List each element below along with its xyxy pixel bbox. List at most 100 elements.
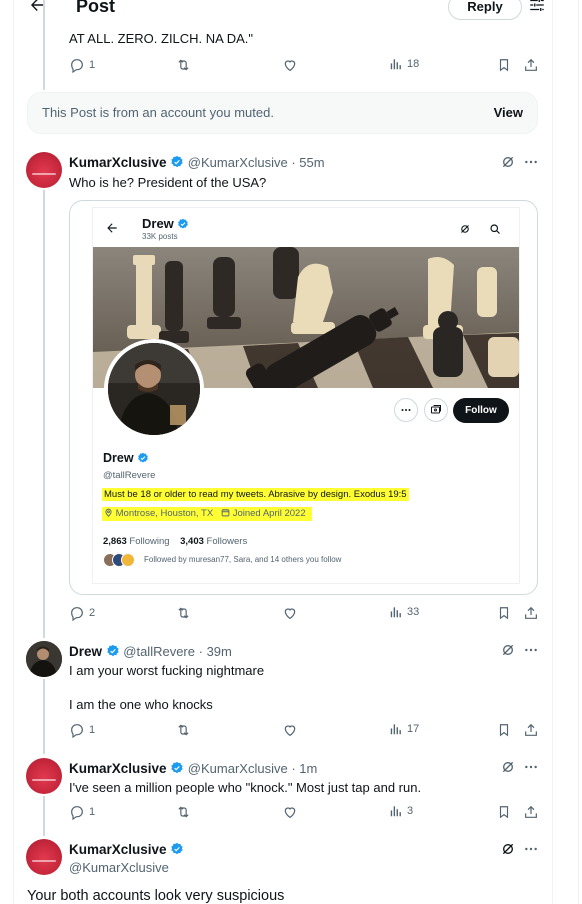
profile-header-name: Drew	[142, 215, 189, 232]
bookmark-icon	[499, 724, 509, 737]
bookmark-action[interactable]	[497, 57, 511, 73]
grok-icon[interactable]	[500, 841, 516, 857]
repost-action[interactable]	[175, 804, 192, 820]
grok-icon[interactable]	[500, 642, 516, 658]
followed-by-avatars	[103, 553, 139, 567]
bookmark-action[interactable]	[497, 722, 511, 738]
views-icon	[390, 724, 401, 735]
reply-button[interactable]: Reply	[448, 0, 522, 20]
page-header: Post Reply	[14, 0, 552, 22]
more-icon[interactable]	[523, 759, 539, 775]
profile-handle: @tallRevere	[103, 470, 156, 481]
bookmark-action[interactable]	[497, 605, 511, 621]
following-count: 2,863	[103, 536, 127, 547]
more-icon[interactable]	[523, 841, 539, 857]
repost-icon	[178, 806, 189, 818]
repost-action[interactable]	[175, 605, 192, 621]
share-action[interactable]	[523, 605, 539, 621]
post-time: · 55m	[291, 155, 325, 170]
reply-action[interactable]: 1	[69, 804, 95, 820]
reply-action[interactable]: 2	[69, 605, 95, 621]
location-icon	[105, 508, 112, 517]
avatar[interactable]	[26, 641, 62, 677]
repost-action[interactable]	[175, 722, 192, 738]
heart-icon	[284, 60, 296, 72]
views-action[interactable]: 17	[389, 722, 419, 736]
views-count: 33	[407, 606, 420, 618]
like-action[interactable]	[282, 57, 298, 73]
profile-name-text: Drew	[103, 451, 134, 465]
share-icon	[525, 723, 537, 736]
follow-button: Follow	[453, 398, 509, 423]
like-action[interactable]	[282, 722, 298, 738]
reply-count: 1	[89, 724, 96, 736]
views-action[interactable]: 33	[389, 605, 419, 619]
author-name[interactable]: KumarXclusive	[69, 761, 167, 776]
reply-count: 1	[89, 59, 96, 71]
repost-icon	[178, 724, 189, 736]
bookmark-icon	[499, 806, 509, 819]
author-handle[interactable]: @tallRevere	[123, 644, 195, 659]
reply-icon	[71, 724, 83, 738]
verified-icon	[171, 842, 183, 855]
profile-location: Montrose, Houston, TX	[115, 508, 214, 519]
reply-action[interactable]: 1	[69, 57, 95, 73]
post-time: · 39m	[198, 644, 232, 659]
profile-follow-stats: 2,863 Following 3,403 Followers	[103, 533, 247, 550]
author-handle[interactable]: @KumarXclusive	[188, 761, 288, 776]
repost-action[interactable]	[175, 57, 192, 73]
grok-icon[interactable]	[500, 154, 516, 170]
like-action[interactable]	[282, 605, 298, 621]
filter-icon[interactable]	[528, 0, 546, 19]
like-action[interactable]	[282, 804, 298, 820]
avatar[interactable]	[26, 758, 62, 794]
column-divider	[578, 0, 579, 904]
muted-notice: This Post is from an account you muted. …	[27, 92, 538, 134]
post-text: AT ALL. ZERO. ZILCH. NA DA."	[69, 31, 254, 46]
views-count: 18	[407, 58, 420, 70]
views-action[interactable]: 3	[389, 804, 413, 818]
more-icon[interactable]	[523, 154, 539, 170]
reply-action[interactable]: 1	[69, 722, 95, 738]
profile-avatar	[104, 339, 204, 439]
author-name[interactable]: KumarXclusive	[69, 842, 167, 857]
reply-count: 2	[89, 607, 96, 619]
profile-back-icon	[105, 221, 119, 240]
heart-icon	[284, 608, 296, 620]
followed-by-text: Followed by muresan77, Sara, and 14 othe…	[144, 555, 342, 564]
grok-icon[interactable]	[500, 759, 516, 775]
share-action[interactable]	[523, 57, 539, 73]
reply-count: 1	[89, 806, 96, 818]
bookmark-action[interactable]	[497, 804, 511, 820]
post-text: Who is he? President of the USA?	[69, 175, 267, 190]
author-name[interactable]: KumarXclusive	[69, 155, 167, 170]
author-name[interactable]: Drew	[69, 644, 102, 659]
post-author: KumarXclusive @KumarXclusive · 1m	[69, 760, 317, 777]
profile-posts-count: 33K posts	[142, 232, 178, 241]
share-action[interactable]	[523, 722, 539, 738]
verified-icon	[171, 155, 183, 168]
avatar[interactable]	[26, 152, 62, 188]
thread-line	[43, 679, 45, 754]
post-text: Your both accounts look very suspicious	[27, 888, 285, 904]
post-text-line2: I am the one who knocks	[69, 697, 213, 712]
post-time: · 1m	[291, 761, 318, 776]
view-button[interactable]: View	[494, 105, 523, 120]
post-author: KumarXclusive @KumarXclusive · 55m	[69, 154, 325, 171]
reply-icon	[71, 607, 83, 621]
verified-icon	[106, 644, 119, 657]
grok-icon	[459, 222, 471, 240]
author-handle[interactable]: @KumarXclusive	[188, 155, 288, 170]
share-action[interactable]	[523, 804, 539, 820]
page-title: Post	[76, 0, 116, 16]
views-action[interactable]: 18	[389, 57, 419, 71]
post-text-line1: I am your worst fucking nightmare	[69, 663, 265, 678]
followers-count: 3,403	[180, 536, 204, 547]
bookmark-icon	[499, 59, 509, 72]
profile-bio: Must be 18 or older to read my tweets. A…	[102, 488, 409, 501]
views-icon	[390, 607, 401, 618]
author-handle[interactable]: @KumarXclusive	[69, 859, 169, 876]
more-icon[interactable]	[523, 642, 539, 658]
avatar[interactable]	[26, 839, 62, 875]
attached-image[interactable]: Drew 33K posts Follow Drew @tallRevere M…	[69, 200, 538, 595]
